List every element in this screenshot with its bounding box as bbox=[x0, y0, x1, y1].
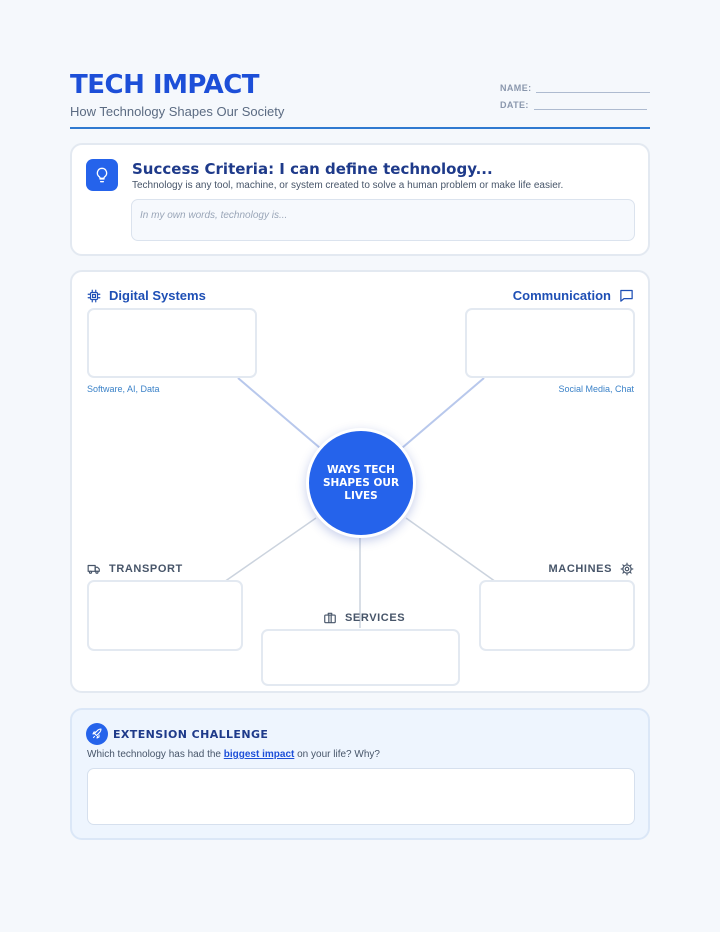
date-field[interactable] bbox=[534, 109, 647, 110]
transport-answer-box[interactable] bbox=[87, 580, 243, 651]
machines-label: MACHINES bbox=[549, 562, 634, 576]
cpu-chip-icon bbox=[87, 289, 101, 302]
lightbulb-icon bbox=[86, 159, 118, 191]
extension-question: Which technology has had the biggest imp… bbox=[87, 749, 380, 760]
page-subtitle: How Technology Shapes Our Society bbox=[70, 104, 285, 119]
services-text: SERVICES bbox=[345, 612, 406, 624]
briefcase-icon bbox=[324, 612, 336, 624]
transport-label: TRANSPORT bbox=[87, 562, 183, 576]
rocket-icon bbox=[86, 723, 108, 745]
question-text-start: Which technology has had the bbox=[87, 749, 224, 760]
success-criteria-card: Success Criteria: I can define technolog… bbox=[70, 143, 650, 256]
communication-text: Communication bbox=[512, 288, 611, 303]
extension-title: EXTENSION CHALLENGE bbox=[113, 728, 269, 741]
digital-systems-answer-box[interactable] bbox=[87, 308, 257, 378]
digital-systems-hint: Software, AI, Data bbox=[87, 384, 160, 394]
transport-text: TRANSPORT bbox=[109, 563, 183, 575]
header-divider bbox=[70, 127, 650, 129]
extension-answer-box[interactable] bbox=[87, 768, 635, 825]
connector-transport bbox=[223, 517, 317, 583]
services-answer-box[interactable] bbox=[261, 629, 460, 686]
page-title: TECH IMPACT bbox=[70, 70, 260, 100]
digital-systems-label: Digital Systems bbox=[87, 288, 206, 303]
technology-definition-input[interactable]: In my own words, technology is... bbox=[131, 199, 635, 241]
services-label: SERVICES bbox=[323, 611, 405, 625]
digital-systems-text: Digital Systems bbox=[109, 288, 206, 303]
center-topic: WAYS TECH SHAPES OUR LIVES bbox=[306, 428, 416, 538]
machines-answer-box[interactable] bbox=[479, 580, 635, 651]
question-emphasis: biggest impact bbox=[223, 749, 295, 760]
communication-label: Communication bbox=[513, 288, 634, 303]
gear-icon bbox=[620, 562, 634, 576]
connector-communication bbox=[401, 377, 485, 449]
communication-answer-box[interactable] bbox=[465, 308, 635, 378]
chat-bubble-icon bbox=[620, 289, 633, 302]
extension-challenge-card: EXTENSION CHALLENGE Which technology has… bbox=[70, 708, 650, 840]
name-label: NAME: bbox=[500, 83, 532, 93]
question-text-end: on your life? Why? bbox=[294, 749, 380, 760]
criteria-title: Success Criteria: I can define technolog… bbox=[132, 160, 493, 178]
criteria-description: Technology is any tool, machine, or syst… bbox=[132, 180, 564, 191]
name-field[interactable] bbox=[536, 92, 650, 93]
date-label: DATE: bbox=[500, 100, 529, 110]
connector-machines bbox=[405, 517, 497, 583]
mind-map-card: Digital Systems Software, AI, Data Commu… bbox=[70, 270, 650, 693]
connector-digital bbox=[237, 377, 321, 449]
truck-icon bbox=[87, 564, 100, 574]
machines-text: MACHINES bbox=[548, 563, 612, 575]
communication-hint: Social Media, Chat bbox=[558, 384, 634, 394]
